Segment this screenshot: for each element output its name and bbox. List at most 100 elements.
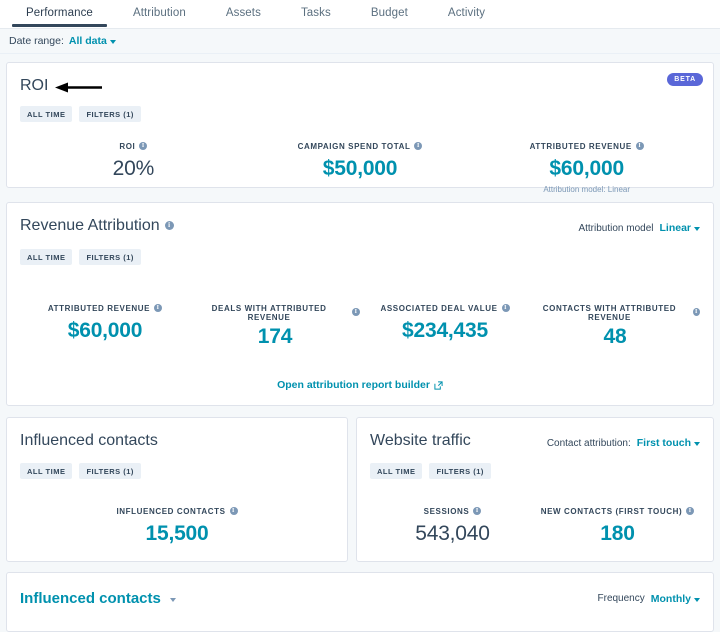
chip-all-time[interactable]: ALL TIME	[20, 249, 72, 265]
info-icon[interactable]: i	[502, 304, 510, 312]
chart-metric-selector[interactable]: Influenced contacts	[20, 590, 176, 607]
chip-filters[interactable]: FILTERS (1)	[79, 249, 140, 265]
tab-attribution[interactable]: Attribution	[113, 0, 206, 27]
metric-contacts-with-attributed-revenue: CONTACTS WITH ATTRIBUTED REVENUE i 48	[530, 298, 700, 349]
roi-card: BETA ROI ALL TIME FILTERS (1) ROI i 20% …	[6, 62, 714, 188]
external-link-icon	[434, 381, 443, 390]
metric-attributed-revenue-label: ATTRIBUTED REVENUE i	[48, 304, 162, 313]
info-icon[interactable]: i	[230, 507, 238, 515]
date-range-label: Date range:	[9, 35, 64, 47]
frequency-control: Frequency Monthly	[598, 593, 701, 605]
chevron-down-icon	[170, 598, 176, 602]
metric-deals-with-attributed-revenue-label: DEALS WITH ATTRIBUTED REVENUE i	[190, 304, 360, 322]
chip-all-time[interactable]: ALL TIME	[370, 463, 422, 479]
annotation-arrow-icon	[55, 82, 102, 93]
info-icon[interactable]: i	[139, 142, 147, 150]
influenced-card-metrics: INFLUENCED CONTACTS i 15,500	[20, 501, 334, 546]
primary-tab-bar: Performance Attribution Assets Tasks Bud…	[0, 0, 720, 29]
revenue-attribution-card: Revenue Attribution i Attribution model …	[6, 202, 714, 406]
contact-attribution-label: Contact attribution:	[547, 438, 631, 449]
metric-associated-deal-value: ASSOCIATED DEAL VALUE i $234,435	[360, 298, 530, 349]
chip-all-time[interactable]: ALL TIME	[20, 463, 72, 479]
metric-attributed-revenue: ATTRIBUTED REVENUE i $60,000	[20, 298, 190, 349]
contact-attribution-value: First touch	[637, 437, 691, 449]
metric-attributed-revenue-label: ATTRIBUTED REVENUE i	[530, 142, 644, 151]
beta-badge: BETA	[667, 73, 703, 86]
info-icon[interactable]: i	[352, 308, 360, 316]
info-icon[interactable]: i	[414, 142, 422, 150]
chip-all-time[interactable]: ALL TIME	[20, 106, 72, 122]
metric-contacts-with-attributed-revenue-value: 48	[530, 325, 700, 349]
info-icon[interactable]: i	[473, 507, 481, 515]
info-icon[interactable]: i	[686, 507, 694, 515]
tab-budget[interactable]: Budget	[351, 0, 428, 27]
metric-associated-deal-value-label: ASSOCIATED DEAL VALUE i	[380, 304, 509, 313]
metric-deals-with-attributed-revenue-value: 174	[190, 325, 360, 349]
metric-attributed-revenue-value: $60,000	[20, 319, 190, 343]
info-icon[interactable]: i	[154, 304, 162, 312]
metric-roi-label: ROI i	[119, 142, 147, 151]
open-attribution-report-builder-link[interactable]: Open attribution report builder	[277, 379, 443, 391]
metric-attributed-revenue: ATTRIBUTED REVENUE i $60,000 Attribution…	[473, 136, 700, 194]
roi-card-title: ROI	[20, 77, 48, 95]
metric-new-contacts-first-touch-value: 180	[535, 522, 700, 546]
chevron-down-icon	[694, 227, 700, 231]
metric-campaign-spend-total: CAMPAIGN SPEND TOTAL i $50,000	[247, 136, 474, 194]
website-card-metrics: SESSIONS i 543,040 NEW CONTACTS (FIRST T…	[370, 501, 700, 546]
metric-roi-value: 20%	[20, 157, 247, 181]
frequency-dropdown[interactable]: Monthly	[651, 593, 700, 605]
metric-new-contacts-first-touch: NEW CONTACTS (FIRST TOUCH) i 180	[535, 501, 700, 546]
metric-sessions-label: SESSIONS i	[424, 507, 482, 516]
metric-sessions-value: 543,040	[370, 522, 535, 546]
influenced-contacts-card: Influenced contacts ALL TIME FILTERS (1)…	[6, 417, 348, 562]
metric-roi: ROI i 20%	[20, 136, 247, 194]
chevron-down-icon	[110, 40, 116, 44]
attribution-model-value: Linear	[659, 222, 691, 234]
chevron-down-icon	[694, 598, 700, 602]
contact-attribution-control: Contact attribution: First touch	[547, 437, 700, 449]
chevron-down-icon	[694, 442, 700, 446]
attribution-model-label: Attribution model	[578, 223, 653, 234]
metric-new-contacts-first-touch-label: NEW CONTACTS (FIRST TOUCH) i	[541, 507, 695, 516]
chip-filters[interactable]: FILTERS (1)	[429, 463, 490, 479]
website-traffic-card: Website traffic Contact attribution: Fir…	[356, 417, 714, 562]
metric-attributed-revenue-value: $60,000	[473, 157, 700, 181]
revenue-card-metrics: ATTRIBUTED REVENUE i $60,000 DEALS WITH …	[20, 298, 700, 349]
website-traffic-card-title: Website traffic	[370, 432, 471, 450]
contact-attribution-dropdown[interactable]: First touch	[637, 437, 700, 449]
tab-activity[interactable]: Activity	[428, 0, 505, 27]
metric-deals-with-attributed-revenue: DEALS WITH ATTRIBUTED REVENUE i 174	[190, 298, 360, 349]
metric-influenced-contacts-label: INFLUENCED CONTACTS i	[116, 507, 237, 516]
metric-contacts-with-attributed-revenue-label: CONTACTS WITH ATTRIBUTED REVENUE i	[530, 304, 700, 322]
roi-card-chips: ALL TIME FILTERS (1)	[20, 106, 700, 122]
metric-sessions: SESSIONS i 543,040	[370, 501, 535, 546]
date-range-value: All data	[69, 35, 107, 47]
metric-influenced-contacts: INFLUENCED CONTACTS i 15,500	[20, 501, 334, 546]
info-icon[interactable]: i	[636, 142, 644, 150]
website-card-chips: ALL TIME FILTERS (1)	[370, 463, 700, 479]
revenue-card-chips: ALL TIME FILTERS (1)	[20, 249, 700, 265]
metric-associated-deal-value-value: $234,435	[360, 319, 530, 343]
tab-tasks[interactable]: Tasks	[281, 0, 351, 27]
info-icon[interactable]: i	[165, 221, 174, 230]
date-range-bar: Date range: All data	[0, 29, 720, 54]
metric-campaign-spend-total-value: $50,000	[247, 157, 474, 181]
chart-metric-value: Influenced contacts	[20, 590, 161, 607]
metric-attribution-model-note: Attribution model: Linear	[473, 185, 700, 194]
chip-filters[interactable]: FILTERS (1)	[79, 106, 140, 122]
attribution-model-control: Attribution model Linear	[578, 222, 700, 234]
date-range-dropdown[interactable]: All data	[69, 35, 116, 47]
metric-influenced-contacts-value: 15,500	[20, 522, 334, 546]
attribution-model-dropdown[interactable]: Linear	[659, 222, 700, 234]
tab-performance[interactable]: Performance	[6, 0, 113, 27]
revenue-card-title: Revenue Attribution i	[20, 217, 174, 235]
frequency-label: Frequency	[598, 593, 645, 604]
roi-card-metrics: ROI i 20% CAMPAIGN SPEND TOTAL i $50,000…	[20, 136, 700, 194]
frequency-value: Monthly	[651, 593, 691, 605]
influenced-contacts-chart-card: Influenced contacts Frequency Monthly	[6, 572, 714, 632]
tab-assets[interactable]: Assets	[206, 0, 281, 27]
influenced-card-chips: ALL TIME FILTERS (1)	[20, 463, 334, 479]
info-icon[interactable]: i	[693, 308, 700, 316]
influenced-contacts-card-title: Influenced contacts	[20, 432, 158, 450]
chip-filters[interactable]: FILTERS (1)	[79, 463, 140, 479]
